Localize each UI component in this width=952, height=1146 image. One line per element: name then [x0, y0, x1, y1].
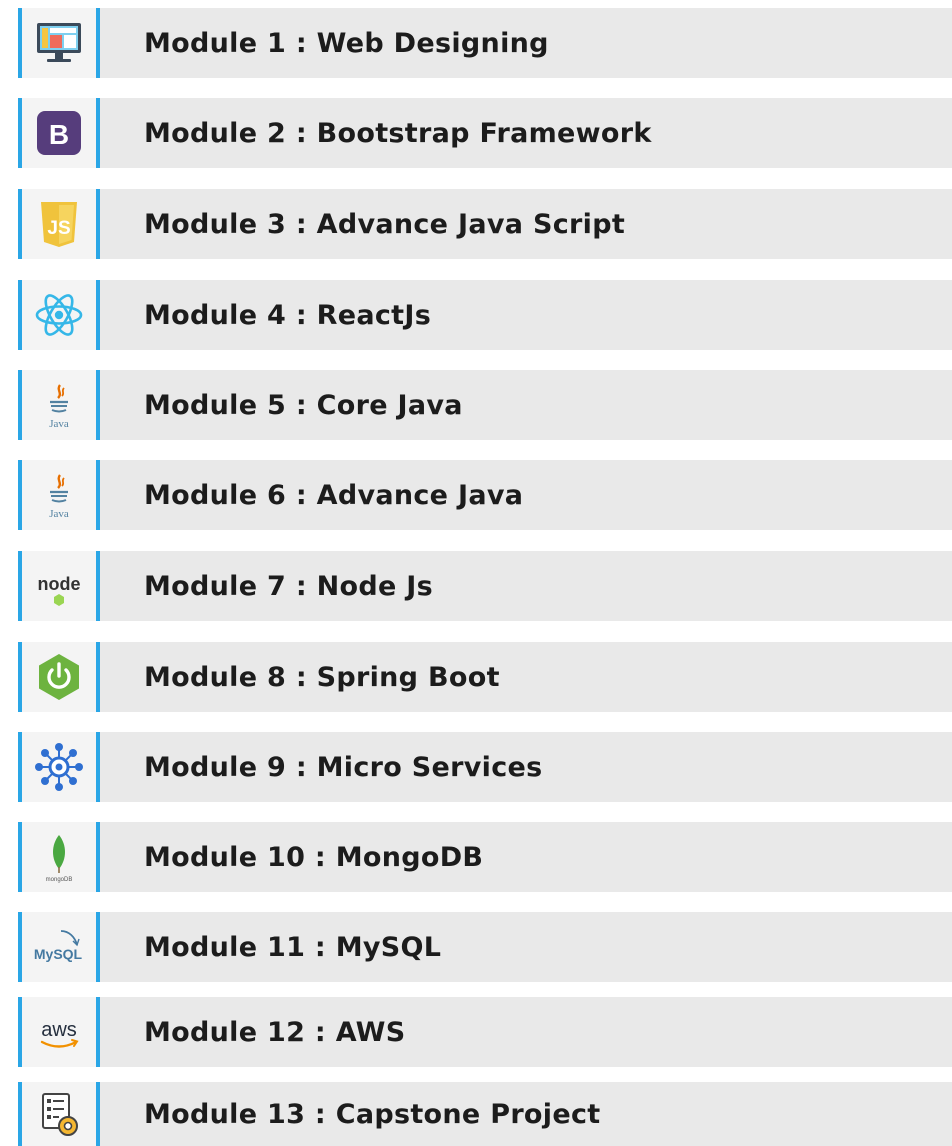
module-icon-cell	[18, 1082, 100, 1146]
module-list: Module 1 : Web Designing B Module 2 : Bo…	[0, 0, 952, 1146]
module-title: Module 3 : Advance Java Script	[144, 208, 626, 240]
module-label-cell: Module 9 : Micro Services	[100, 732, 952, 802]
module-row-7[interactable]: node Module 7 : Node Js	[18, 551, 952, 621]
module-label-cell: Module 1 : Web Designing	[100, 8, 952, 78]
module-label-cell: Module 5 : Core Java	[100, 370, 952, 440]
module-label-cell: Module 13 : Capstone Project	[100, 1082, 952, 1146]
svg-text:B: B	[49, 119, 69, 150]
java-icon: Java	[49, 474, 69, 520]
module-row-3[interactable]: JS Module 3 : Advance Java Script	[18, 189, 952, 259]
svg-text:Java: Java	[49, 418, 69, 430]
svg-text:aws: aws	[41, 1019, 77, 1041]
module-label-cell: Module 2 : Bootstrap Framework	[100, 98, 952, 168]
module-title: Module 13 : Capstone Project	[144, 1098, 601, 1130]
bootstrap-icon: B	[37, 111, 81, 155]
module-label-cell: Module 3 : Advance Java Script	[100, 189, 952, 259]
module-title: Module 7 : Node Js	[144, 570, 434, 602]
java-icon: Java	[49, 384, 69, 430]
module-title: Module 4 : ReactJs	[144, 299, 432, 331]
module-row-1[interactable]: Module 1 : Web Designing	[18, 8, 952, 78]
module-row-5[interactable]: Java Module 5 : Core Java	[18, 370, 952, 440]
javascript-icon: JS	[41, 202, 77, 247]
module-label-cell: Module 6 : Advance Java	[100, 460, 952, 530]
module-icon-cell: aws	[18, 997, 100, 1067]
module-icon-cell: Java	[18, 370, 100, 440]
svg-text:JS: JS	[47, 218, 70, 239]
module-label-cell: Module 8 : Spring Boot	[100, 642, 952, 712]
module-label-cell: Module 4 : ReactJs	[100, 280, 952, 350]
module-title: Module 10 : MongoDB	[144, 841, 484, 873]
module-label-cell: Module 11 : MySQL	[100, 912, 952, 982]
microservices-icon	[35, 743, 83, 791]
module-title: Module 12 : AWS	[144, 1016, 406, 1048]
aws-icon: aws	[40, 1019, 79, 1048]
module-icon-cell: JS	[18, 189, 100, 259]
module-title: Module 6 : Advance Java	[144, 479, 524, 511]
module-label-cell: Module 12 : AWS	[100, 997, 952, 1067]
module-title: Module 2 : Bootstrap Framework	[144, 117, 652, 149]
module-title: Module 5 : Core Java	[144, 389, 463, 421]
module-title: Module 8 : Spring Boot	[144, 661, 500, 693]
module-title: Module 11 : MySQL	[144, 931, 442, 963]
svg-text:MySQL: MySQL	[34, 946, 83, 962]
module-row-4[interactable]: Module 4 : ReactJs	[18, 280, 952, 350]
module-icon-cell	[18, 8, 100, 78]
module-row-10[interactable]: mongoDB Module 10 : MongoDB	[18, 822, 952, 892]
module-icon-cell: MySQL	[18, 912, 100, 982]
module-row-11[interactable]: MySQL Module 11 : MySQL	[18, 912, 952, 982]
module-title: Module 1 : Web Designing	[144, 27, 549, 59]
module-label-cell: Module 7 : Node Js	[100, 551, 952, 621]
module-row-8[interactable]: Module 8 : Spring Boot	[18, 642, 952, 712]
module-icon-cell	[18, 642, 100, 712]
module-row-2[interactable]: B Module 2 : Bootstrap Framework	[18, 98, 952, 168]
module-icon-cell: mongoDB	[18, 822, 100, 892]
module-label-cell: Module 10 : MongoDB	[100, 822, 952, 892]
module-icon-cell	[18, 280, 100, 350]
capstone-project-icon	[42, 1093, 78, 1136]
web-designing-icon	[37, 23, 81, 62]
nodejs-icon: node	[38, 574, 81, 606]
module-icon-cell	[18, 732, 100, 802]
module-row-12[interactable]: aws Module 12 : AWS	[18, 997, 952, 1067]
module-title: Module 9 : Micro Services	[144, 751, 543, 783]
svg-text:mongoDB: mongoDB	[46, 877, 73, 883]
module-row-13[interactable]: Module 13 : Capstone Project	[18, 1082, 952, 1146]
module-row-6[interactable]: Java Module 6 : Advance Java	[18, 460, 952, 530]
svg-text:Java: Java	[49, 508, 69, 520]
module-icon-cell: node	[18, 551, 100, 621]
spring-boot-icon	[39, 654, 79, 700]
module-row-9[interactable]: Module 9 : Micro Services	[18, 732, 952, 802]
mysql-icon: MySQL	[34, 930, 83, 962]
module-icon-cell: B	[18, 98, 100, 168]
svg-text:node: node	[38, 574, 81, 594]
mongodb-icon: mongoDB	[46, 835, 73, 883]
module-icon-cell: Java	[18, 460, 100, 530]
react-icon	[35, 294, 83, 336]
